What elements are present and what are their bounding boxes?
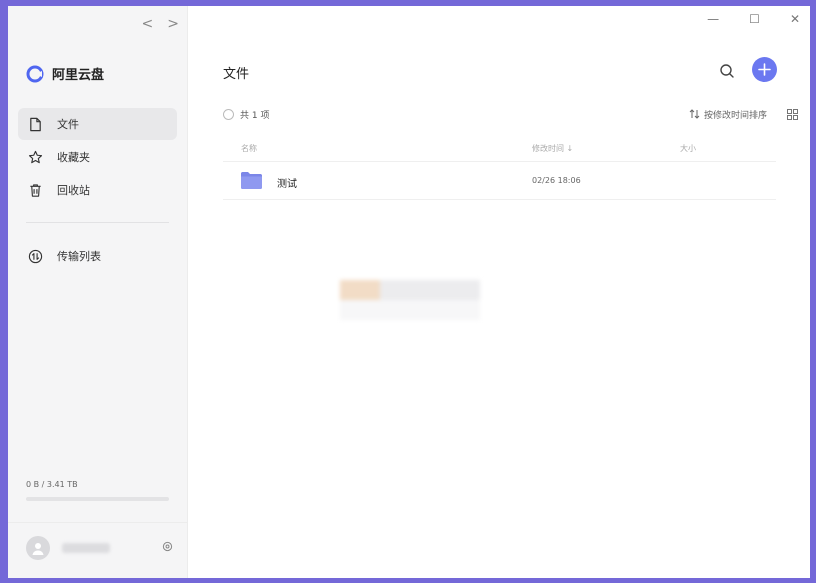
sidebar: < > 阿里云盘 文件 收藏夹 回收站 传输列表 0 B / 3.41 TB xyxy=(8,6,188,578)
window-controls: — ☐ ✕ xyxy=(707,12,800,26)
main-panel: — ☐ ✕ 文件 共 1 项 按修改时间排序 名称 修改时间 ↓ 大小 测试 0… xyxy=(188,6,810,578)
brand: 阿里云盘 xyxy=(26,64,104,83)
star-icon xyxy=(28,150,43,163)
forward-button[interactable]: > xyxy=(167,16,179,32)
back-button[interactable]: < xyxy=(142,16,154,32)
storage-usage: 0 B / 3.41 TB xyxy=(26,480,169,501)
column-header-size[interactable]: 大小 xyxy=(680,143,696,154)
sidebar-item-trash[interactable]: 回收站 xyxy=(18,174,177,206)
file-name: 测试 xyxy=(277,179,297,190)
sidebar-item-label: 收藏夹 xyxy=(57,151,90,164)
page-title: 文件 xyxy=(223,67,250,82)
sidebar-item-label: 回收站 xyxy=(57,184,90,197)
app-window: < > 阿里云盘 文件 收藏夹 回收站 传输列表 0 B / 3.41 TB —… xyxy=(8,6,810,578)
brand-name: 阿里云盘 xyxy=(52,68,105,83)
sort-label: 按修改时间排序 xyxy=(703,110,767,121)
avatar[interactable] xyxy=(26,536,50,560)
select-all-checkbox[interactable] xyxy=(223,108,234,120)
minimize-button[interactable]: — xyxy=(707,12,719,26)
sidebar-item-files[interactable]: 文件 xyxy=(18,108,177,140)
sidebar-item-label: 文件 xyxy=(57,118,79,131)
file-icon xyxy=(30,117,41,131)
trash-icon xyxy=(30,183,41,197)
file-table-header: 名称 修改时间 ↓ 大小 xyxy=(223,138,776,162)
sidebar-transfer-section: 传输列表 xyxy=(18,240,177,273)
user-icon xyxy=(32,543,44,555)
list-toolbar: 共 1 项 按修改时间排序 xyxy=(223,106,798,122)
sidebar-item-transfers[interactable]: 传输列表 xyxy=(18,240,177,272)
maximize-button[interactable]: ☐ xyxy=(749,12,760,26)
transfer-icon xyxy=(28,249,43,263)
redacted-overlay xyxy=(340,280,480,320)
storage-text: 0 B / 3.41 TB xyxy=(26,480,78,489)
column-header-modified[interactable]: 修改时间 ↓ xyxy=(532,143,573,154)
sort-icon xyxy=(689,109,700,119)
column-header-name[interactable]: 名称 xyxy=(241,143,257,154)
add-button[interactable] xyxy=(752,57,777,82)
item-count: 共 1 项 xyxy=(240,110,270,121)
history-nav: < > xyxy=(142,16,179,32)
sort-button[interactable]: 按修改时间排序 xyxy=(689,108,767,121)
folder-icon xyxy=(241,172,262,189)
sidebar-item-label: 传输列表 xyxy=(57,250,101,263)
close-button[interactable]: ✕ xyxy=(790,12,800,26)
aliyun-drive-logo-icon xyxy=(26,65,44,82)
file-modified-time: 02/26 18:06 xyxy=(532,176,581,185)
grid-view-icon[interactable] xyxy=(787,108,798,120)
storage-bar xyxy=(26,497,169,501)
search-icon[interactable] xyxy=(718,62,736,80)
sidebar-footer-divider xyxy=(8,522,187,523)
username-redacted xyxy=(62,543,110,553)
user-panel xyxy=(26,536,173,560)
table-row[interactable]: 测试 02/26 18:06 xyxy=(223,162,776,200)
sidebar-divider xyxy=(26,222,169,223)
settings-icon[interactable] xyxy=(162,541,173,555)
sidebar-nav: 文件 收藏夹 回收站 xyxy=(18,108,177,207)
sidebar-item-favorites[interactable]: 收藏夹 xyxy=(18,141,177,173)
sort-down-icon: ↓ xyxy=(566,144,574,153)
plus-icon xyxy=(758,63,771,76)
